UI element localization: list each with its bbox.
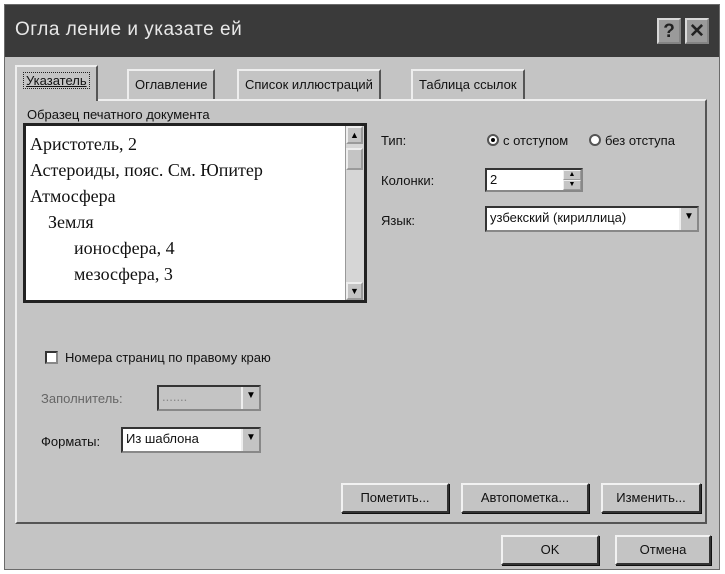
title-bar: Огла ление и указате ей ? ✕ (5, 5, 719, 57)
type-run-in-radio[interactable] (589, 134, 601, 146)
preview-line: мезосфера, 3 (74, 264, 173, 284)
preview-line: ионосфера, 4 (74, 238, 175, 258)
formats-select[interactable]: Из шаблона ▼ (121, 427, 261, 453)
modify-button[interactable]: Изменить... (601, 483, 701, 513)
chevron-down-icon[interactable]: ▼ (241, 387, 259, 409)
chevron-down-icon[interactable]: ▼ (679, 208, 697, 230)
automark-button[interactable]: Автопометка... (461, 483, 589, 513)
help-button[interactable]: ? (657, 18, 681, 44)
close-button[interactable]: ✕ (685, 18, 709, 44)
language-value: узбекский (кириллица) (490, 210, 627, 225)
tab-leader-select[interactable]: ....... ▼ (157, 385, 261, 411)
columns-label: Колонки: (381, 173, 435, 188)
right-align-label[interactable]: Номера страниц по правому краю (65, 350, 271, 365)
tab-table-of-authorities[interactable]: Таблица ссылок (411, 69, 525, 99)
scroll-thumb[interactable] (346, 148, 363, 170)
preview-label: Образец печатного документа (27, 107, 210, 122)
mark-entry-button[interactable]: Пометить... (341, 483, 449, 513)
tab-table-of-contents[interactable]: Оглавление (127, 69, 216, 99)
spin-down-icon[interactable]: ▼ (563, 180, 581, 190)
chevron-down-icon[interactable]: ▼ (241, 429, 259, 451)
scroll-down-icon[interactable]: ▼ (346, 282, 363, 300)
tab-strip: Указатель Оглавление Список иллюстраций … (15, 65, 709, 101)
scroll-up-icon[interactable]: ▲ (346, 126, 363, 144)
columns-value: 2 (490, 172, 498, 187)
index-and-tables-dialog: Огла ление и указате ей ? ✕ Указатель Ог… (4, 4, 720, 570)
preview-line: Атмосфера (30, 186, 116, 206)
preview-line: Астероиды, пояс. См. Юпитер (30, 160, 263, 180)
formats-label: Форматы: (41, 434, 101, 449)
print-preview: Аристотель, 2 Астероиды, пояс. См. Юпите… (23, 123, 367, 303)
type-label: Тип: (381, 133, 407, 148)
tab-index-label: Указатель (23, 72, 90, 89)
window-title: Огла ление и указате ей (15, 19, 243, 40)
type-run-in-label[interactable]: без отступа (605, 133, 675, 148)
preview-line: Земля (48, 212, 94, 232)
tab-leader-value: ....... (162, 389, 188, 404)
ok-button[interactable]: OK (501, 535, 599, 565)
tab-table-of-figures[interactable]: Список иллюстраций (237, 69, 381, 99)
cancel-button[interactable]: Отмена (615, 535, 711, 565)
columns-spin[interactable]: ▲ ▼ (563, 170, 581, 190)
formats-value: Из шаблона (126, 431, 199, 446)
type-indented-label[interactable]: с отступом (503, 133, 568, 148)
columns-stepper[interactable]: 2 ▲ ▼ (485, 168, 583, 192)
type-indented-radio[interactable] (487, 134, 499, 146)
tab-leader-label: Заполнитель: (41, 391, 123, 406)
tab-index[interactable]: Указатель (15, 65, 98, 101)
language-select[interactable]: узбекский (кириллица) ▼ (485, 206, 699, 232)
spin-up-icon[interactable]: ▲ (563, 170, 581, 180)
preview-line: Аристотель, 2 (30, 134, 138, 154)
language-label: Язык: (381, 213, 415, 228)
right-align-checkbox[interactable] (45, 351, 58, 364)
preview-scrollbar[interactable]: ▲ ▼ (345, 126, 364, 300)
